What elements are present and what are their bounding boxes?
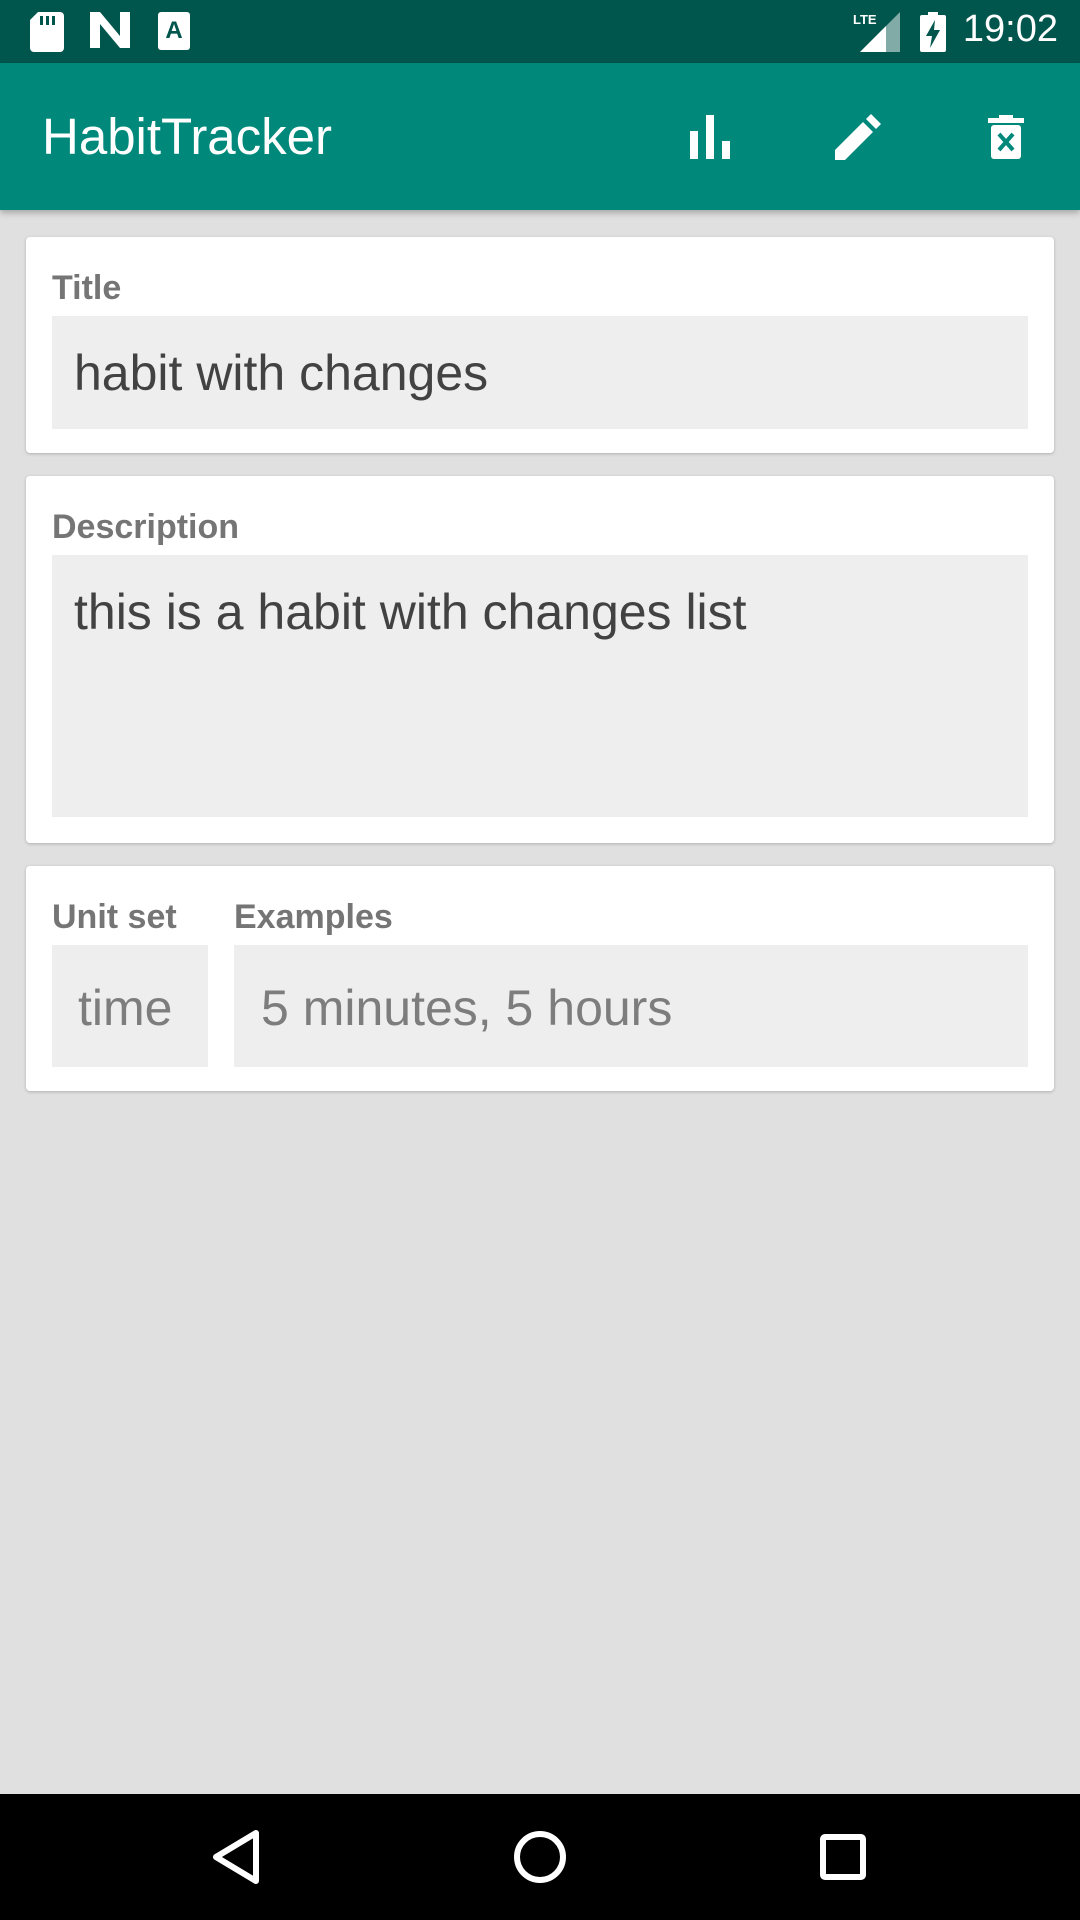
- examples-label: Examples: [234, 898, 393, 936]
- title-input[interactable]: habit with changes: [52, 316, 1028, 429]
- examples-value: 5 minutes, 5 hours: [261, 980, 673, 1036]
- back-button[interactable]: [200, 1819, 276, 1895]
- status-bar: A LTE 19:02: [0, 0, 1080, 63]
- svg-text:A: A: [165, 17, 182, 44]
- recents-button[interactable]: [805, 1819, 881, 1895]
- n-icon: [90, 12, 130, 48]
- edit-button[interactable]: [822, 101, 894, 173]
- unit-card: Unit set time Examples 5 minutes, 5 hour…: [26, 866, 1054, 1091]
- battery-charging-icon: [920, 12, 946, 52]
- app-title: HabitTracker: [42, 108, 333, 165]
- navigation-bar: [0, 1794, 1080, 1920]
- title-card: Title habit with changes: [26, 237, 1054, 453]
- unit-set-value: time: [78, 980, 173, 1036]
- edit-icon: [835, 114, 881, 160]
- description-card: Description this is a habit with changes…: [26, 476, 1054, 843]
- lte-signal-icon: LTE: [853, 12, 900, 52]
- description-label: Description: [52, 508, 240, 546]
- unit-set-label: Unit set: [52, 898, 177, 936]
- description-input[interactable]: this is a habit with changes list: [52, 555, 1028, 817]
- examples-field[interactable]: 5 minutes, 5 hours: [234, 945, 1028, 1067]
- home-icon: [514, 1831, 566, 1883]
- delete-icon: [988, 115, 1024, 159]
- description-input-value: this is a habit with changes list: [74, 584, 747, 640]
- sd-card-icon: [30, 12, 64, 52]
- unit-set-select[interactable]: time: [52, 945, 208, 1067]
- back-icon: [213, 1830, 259, 1884]
- a-text-icon: A: [158, 12, 190, 50]
- title-label: Title: [52, 269, 122, 307]
- delete-button[interactable]: [970, 101, 1042, 173]
- recents-icon: [820, 1834, 866, 1880]
- title-input-value: habit with changes: [74, 345, 489, 401]
- clock: 19:02: [962, 8, 1058, 50]
- bar-chart-icon: [690, 115, 730, 159]
- app-bar: HabitTracker: [0, 63, 1080, 210]
- home-button[interactable]: [502, 1819, 578, 1895]
- statistics-button[interactable]: [674, 101, 746, 173]
- network-label: LTE: [853, 12, 877, 27]
